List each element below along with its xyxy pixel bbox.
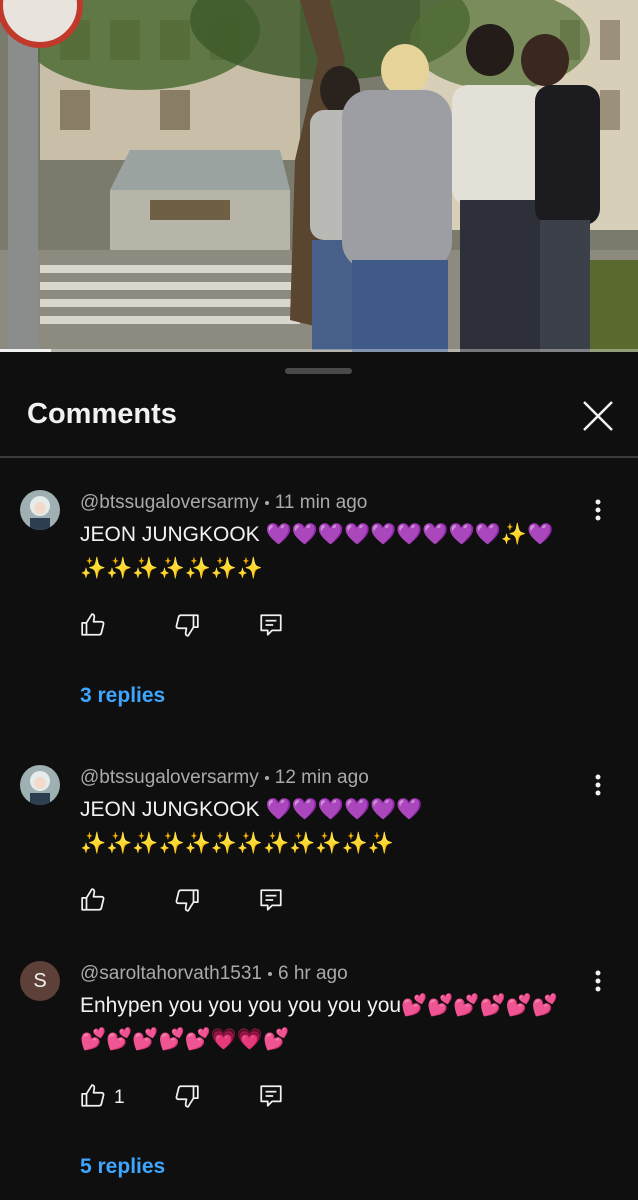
avatar-image — [20, 490, 60, 530]
drag-handle[interactable] — [285, 368, 352, 374]
close-icon — [583, 401, 613, 431]
separator-dot — [267, 971, 272, 976]
comment-line: JEON JUNGKOOK 💜💜💜💜💜💜💜💜💜✨💜 — [80, 523, 554, 546]
comment-line: ✨✨✨✨✨✨✨ — [80, 557, 264, 580]
comment-actions — [80, 887, 300, 917]
like-count: 1 — [114, 1087, 125, 1108]
video-frame — [0, 0, 638, 352]
thumb-down-icon — [175, 889, 199, 912]
comment-meta: @saroltahorvath1531 6 hr ago — [80, 963, 348, 985]
comment-meta: @btssugaloversarmy 12 min ago — [80, 767, 369, 789]
comment-author[interactable]: @btssugaloversarmy — [80, 767, 259, 788]
comment-time: 11 min ago — [274, 492, 368, 513]
reply-icon — [260, 614, 282, 636]
comment-actions — [80, 612, 300, 642]
more-vert-icon — [595, 499, 601, 521]
like-button[interactable] — [80, 612, 110, 642]
more-vert-icon — [595, 774, 601, 796]
comment-text: JEON JUNGKOOK 💜💜💜💜💜💜💜💜💜✨💜 ✨✨✨✨✨✨✨ — [80, 518, 580, 586]
avatar-image — [20, 765, 60, 805]
comment-author[interactable]: @saroltahorvath1531 — [80, 963, 262, 984]
reply-icon — [260, 889, 282, 911]
comment-text: JEON JUNGKOOK 💜💜💜💜💜💜 ✨✨✨✨✨✨✨✨✨✨✨✨ — [80, 793, 580, 861]
comment-time: 6 hr ago — [277, 963, 348, 984]
comment-time: 12 min ago — [274, 767, 369, 788]
thumb-down-icon — [175, 614, 199, 637]
avatar[interactable]: S — [20, 961, 60, 1001]
video-player[interactable] — [0, 0, 638, 352]
dislike-button[interactable] — [174, 887, 204, 917]
view-replies-button[interactable]: 5 replies — [80, 1155, 165, 1179]
like-button[interactable] — [80, 887, 110, 917]
comment-line: 💕💕💕💕💕💗💗💕 — [80, 1028, 290, 1051]
comments-sheet: Comments @btssugaloversarmy 11 min ago JE — [0, 352, 638, 1200]
thumb-down-icon — [175, 1085, 199, 1108]
dislike-button[interactable] — [174, 612, 204, 642]
reply-button[interactable] — [258, 887, 288, 917]
comment-line: JEON JUNGKOOK 💜💜💜💜💜💜 — [80, 798, 423, 821]
comment-text: Enhypen you you you you you you💕💕💕💕💕💕 💕💕… — [80, 989, 580, 1057]
separator-dot — [264, 775, 269, 780]
divider — [0, 456, 638, 458]
more-options-button[interactable] — [588, 496, 608, 524]
like-button[interactable]: 1 — [80, 1083, 125, 1113]
view-replies-button[interactable]: 3 replies — [80, 684, 165, 708]
dislike-button[interactable] — [174, 1083, 204, 1113]
close-button[interactable] — [578, 396, 618, 436]
comment-line: ✨✨✨✨✨✨✨✨✨✨✨✨ — [80, 832, 394, 855]
separator-dot — [264, 500, 269, 505]
more-vert-icon — [595, 970, 601, 992]
more-options-button[interactable] — [588, 967, 608, 995]
avatar[interactable] — [20, 765, 60, 805]
reply-button[interactable] — [258, 612, 288, 642]
thumb-up-icon — [81, 1084, 105, 1107]
reply-button[interactable] — [258, 1083, 288, 1113]
reply-icon — [260, 1085, 282, 1107]
more-options-button[interactable] — [588, 771, 608, 799]
thumb-up-icon — [81, 613, 105, 636]
sheet-title: Comments — [27, 398, 177, 430]
comment-author[interactable]: @btssugaloversarmy — [80, 492, 259, 513]
avatar[interactable] — [20, 490, 60, 530]
comment-line: Enhypen you you you you you you💕💕💕💕💕💕 — [80, 994, 558, 1017]
thumb-up-icon — [81, 888, 105, 911]
comment-actions: 1 — [80, 1083, 300, 1113]
comment-meta: @btssugaloversarmy 11 min ago — [80, 492, 367, 514]
